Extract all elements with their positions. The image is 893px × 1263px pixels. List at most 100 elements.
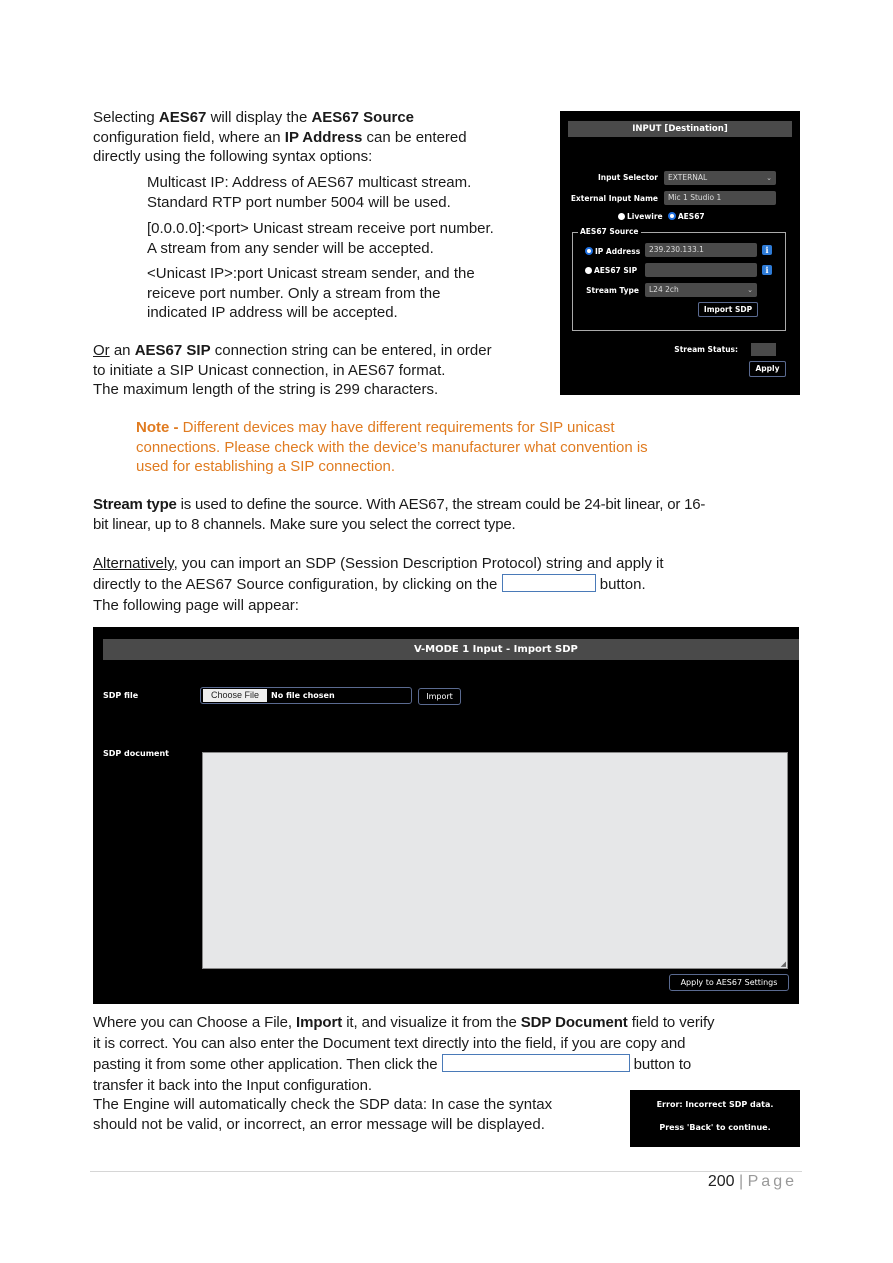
text: [0.0.0.0]:<port> Unicast stream receive … xyxy=(147,220,494,237)
chevron-down-icon: ⌄ xyxy=(766,174,772,182)
input-selector-label: Input Selector xyxy=(597,173,658,182)
aes67-sip-field[interactable] xyxy=(645,263,757,277)
text: used for establishing a SIP connection. xyxy=(136,458,396,475)
no-file-chosen-text: No file chosen xyxy=(271,691,335,700)
text: Standard RTP port number 5004 will be us… xyxy=(147,193,451,211)
text: transfer it back into the Input configur… xyxy=(93,1076,372,1094)
apply-button-placeholder xyxy=(441,1054,630,1072)
ip-address-field[interactable]: 239.230.133.1 xyxy=(645,243,757,257)
bold-term: AES67 xyxy=(158,109,207,126)
text: bit linear, up to 8 channels. Make sure … xyxy=(93,515,516,533)
sip-paragraph: Or an AES67 SIP connection string can be… xyxy=(93,341,492,400)
error-line-1: Error: Incorrect SDP data. xyxy=(656,1100,774,1109)
text: configuration field, where an xyxy=(93,128,285,146)
radio-ip-address[interactable]: IP Address xyxy=(585,247,640,256)
sdp-file-input[interactable]: Choose File No file chosen xyxy=(200,687,412,704)
apply-button[interactable]: Apply xyxy=(749,361,786,377)
text: button. xyxy=(595,576,646,593)
text: button to xyxy=(629,1056,692,1073)
sdp-document-textarea[interactable]: ◢ xyxy=(202,752,788,969)
text: field to verify xyxy=(627,1014,715,1031)
text: indicated IP address will be accepted. xyxy=(147,304,398,321)
import-sdp-button[interactable]: Import SDP xyxy=(698,302,758,317)
stream-type-dropdown[interactable]: L24 2ch ⌄ xyxy=(645,283,757,297)
text: directly to the AES67 Source configurati… xyxy=(93,576,502,593)
text: directly using the following syntax opti… xyxy=(93,148,373,165)
info-icon[interactable]: i xyxy=(762,245,772,255)
note-label: Note - xyxy=(136,419,179,436)
radio-aes67-sip[interactable]: AES67 SIP xyxy=(585,266,637,275)
info-icon[interactable]: i xyxy=(762,265,772,275)
separator: | xyxy=(734,1173,748,1190)
text: connections. Please check with the devic… xyxy=(136,438,648,456)
page-number-value: 200 xyxy=(707,1173,735,1190)
page-number: 200 | Page xyxy=(708,1173,797,1191)
stream-status-label: Stream Status: xyxy=(674,345,738,354)
text: Multicast IP: Address of AES67 multicast… xyxy=(147,174,472,191)
text: <Unicast IP>:port Unicast stream sender,… xyxy=(147,265,475,282)
text: can be entered xyxy=(362,128,467,146)
text: Selecting xyxy=(93,109,159,126)
text: The following page will appear: xyxy=(93,597,299,614)
sdp-document-label: SDP document xyxy=(103,749,169,758)
import-sdp-page: V-MODE 1 Input - Import SDP SDP file Cho… xyxy=(93,627,799,1004)
panel-header: INPUT [Destination] xyxy=(568,121,792,137)
radio-selected-icon xyxy=(667,212,676,220)
radio-label: AES67 SIP xyxy=(594,266,638,275)
external-input-name-label: External Input Name xyxy=(570,194,658,203)
bold-term: IP Address xyxy=(284,128,363,146)
text: The Engine will automatically check the … xyxy=(93,1096,553,1113)
text: Different devices may have different req… xyxy=(178,419,615,436)
syntax-option-unicast: <Unicast IP>:port Unicast stream sender,… xyxy=(147,264,475,323)
stream-status-indicator xyxy=(751,343,776,356)
where-paragraph: Where you can Choose a File, Import it, … xyxy=(93,1013,715,1096)
text: should not be valid, or incorrect, an er… xyxy=(93,1115,545,1133)
stream-type-paragraph: Stream type is used to define the source… xyxy=(93,495,705,534)
fieldset-legend: AES67 Source xyxy=(578,227,641,236)
radio-label: AES67 xyxy=(677,212,705,221)
text: , you can import an SDP (Session Descrip… xyxy=(173,555,664,572)
radio-livewire[interactable]: Livewire xyxy=(618,212,663,221)
input-selector-dropdown[interactable]: EXTERNAL ⌄ xyxy=(664,171,776,185)
aes67-source-fieldset: AES67 Source IP Address 239.230.133.1 i … xyxy=(572,227,786,331)
selected-value: L24 2ch xyxy=(649,285,679,294)
underlined-term: Or xyxy=(93,342,110,359)
chevron-down-icon: ⌄ xyxy=(747,286,753,294)
external-input-name-field[interactable]: Mic 1 Studio 1 xyxy=(664,191,776,205)
text: an xyxy=(109,342,135,359)
error-line-2: Press 'Back' to continue. xyxy=(659,1123,771,1132)
source-type-radio-group: Livewire AES67 xyxy=(618,212,705,221)
syntax-option-multicast: Multicast IP: Address of AES67 multicast… xyxy=(147,173,471,212)
sdp-file-label: SDP file xyxy=(103,691,139,700)
input-destination-panel: INPUT [Destination] Input Selector EXTER… xyxy=(560,111,800,395)
underlined-term: Alternatively xyxy=(93,555,174,572)
field-value: Mic 1 Studio 1 xyxy=(668,193,722,202)
radio-unselected-icon xyxy=(618,213,625,220)
radio-unselected-icon xyxy=(585,267,592,274)
page-title-bar: V-MODE 1 Input - Import SDP xyxy=(103,639,799,660)
text: is used to define the source. With AES67… xyxy=(176,496,706,513)
text: will display the xyxy=(206,109,312,126)
apply-to-aes67-settings-button[interactable]: Apply to AES67 Settings xyxy=(669,974,789,991)
choose-file-button[interactable]: Choose File xyxy=(203,689,267,702)
field-value: 239.230.133.1 xyxy=(649,245,704,254)
text: connection string can be entered, in ord… xyxy=(210,342,492,359)
selected-value: EXTERNAL xyxy=(668,173,708,182)
text: to initiate a SIP Unicast connection, in… xyxy=(93,361,446,379)
text: The maximum length of the string is 299 … xyxy=(93,381,439,398)
resize-handle-icon[interactable]: ◢ xyxy=(781,960,786,968)
text: A stream from any sender will be accepte… xyxy=(147,239,434,257)
bold-term: Stream type xyxy=(93,496,177,513)
radio-aes67[interactable]: AES67 xyxy=(667,212,705,221)
footer-divider xyxy=(90,1171,802,1172)
text: it, and visualize it from the xyxy=(342,1014,521,1031)
page-title: V-MODE 1 Input - Import SDP xyxy=(414,644,578,655)
import-button[interactable]: Import xyxy=(418,688,461,705)
page-word: Page xyxy=(747,1173,797,1190)
bold-term: Import xyxy=(296,1014,343,1031)
text: pasting it from some other application. … xyxy=(93,1056,442,1073)
text: Where you can Choose a File, xyxy=(93,1014,297,1031)
engine-paragraph: The Engine will automatically check the … xyxy=(93,1095,552,1134)
note-paragraph: Note - Different devices may have differ… xyxy=(136,418,648,477)
text: it is correct. You can also enter the Do… xyxy=(93,1034,686,1052)
